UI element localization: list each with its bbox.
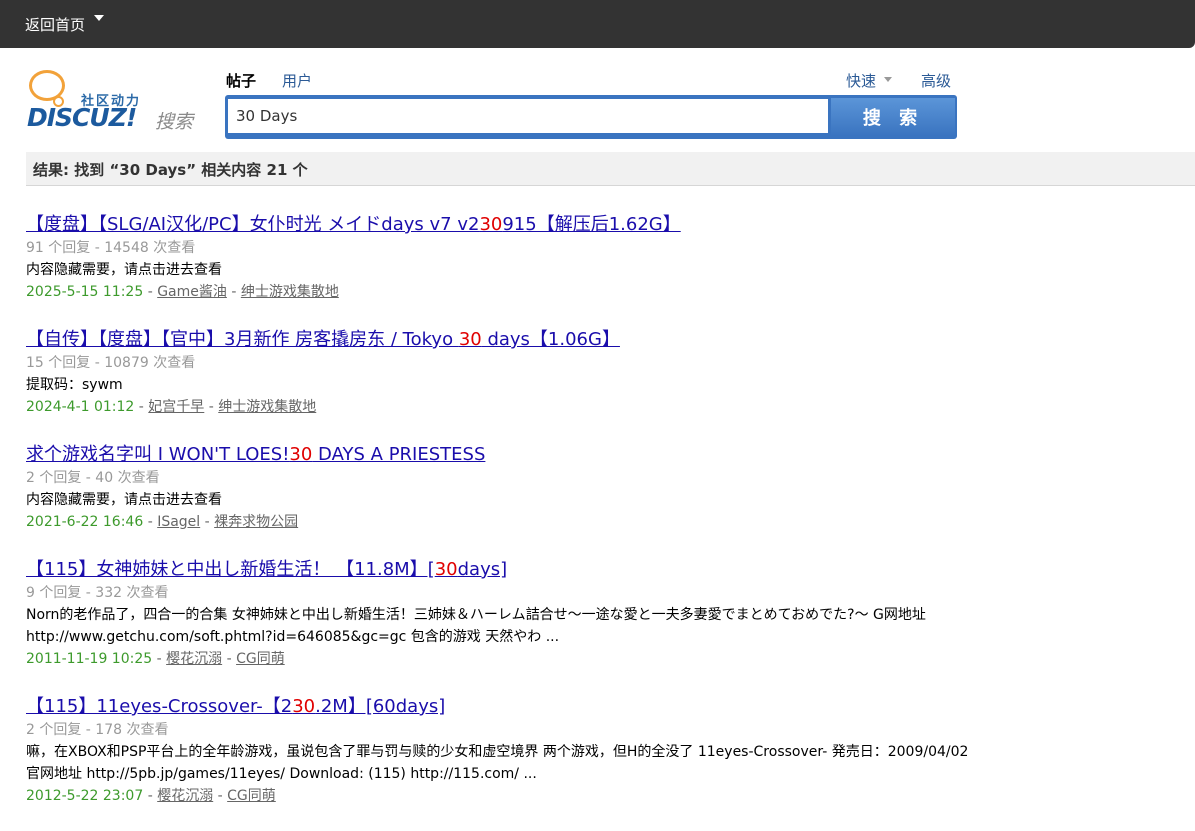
- result-info: 2025-5-15 11:25 - Game酱油 - 绅士游戏集散地: [26, 284, 339, 300]
- results-summary: 结果: 找到 “30 Days” 相关内容 21 个: [33, 161, 308, 179]
- result-info: 2011-11-19 10:25 - 樱花沉溺 - CG同萌: [26, 651, 285, 667]
- list-item: 【115】女神姉妹と中出し新婚生活！ 【11.8M】[30days] 9 个回复…: [26, 557, 976, 670]
- quick-search-toggle[interactable]: 快速: [846, 70, 876, 91]
- result-date: 2012-5-22 23:07: [26, 788, 144, 804]
- result-meta: 2 个回复 - 178 次查看: [26, 722, 169, 738]
- result-title-link[interactable]: 【115】11eyes-Crossover-【230.2M】[60days]: [26, 694, 445, 719]
- list-item: 【度盘】【SLG/AI汉化/PC】女仆时光 メイドdays v7 v230915…: [26, 212, 976, 303]
- tab-posts[interactable]: 帖子: [226, 70, 256, 91]
- tab-users[interactable]: 用户: [282, 70, 312, 91]
- logo-suffix: 搜索: [155, 111, 194, 133]
- top-bar: 返回首页: [0, 0, 1195, 48]
- advanced-search-link[interactable]: 高级: [921, 70, 951, 91]
- result-author-link[interactable]: 妃宫千早: [148, 399, 204, 415]
- result-title-link[interactable]: 【自传】【度盘】【官中】3月新作 房客撬房东 / Tokyo 30 days【1…: [26, 327, 620, 352]
- result-description: 提取码：sywm: [26, 377, 123, 393]
- result-title-link[interactable]: 求个游戏名字叫 I WON'T LOES!30 DAYS A PRIESTESS: [26, 442, 485, 467]
- result-author-link[interactable]: 樱花沉溺: [157, 788, 213, 804]
- result-forum-link[interactable]: 裸奔求物公园: [214, 514, 298, 530]
- result-meta: 9 个回复 - 332 次查看: [26, 585, 169, 601]
- result-meta: 2 个回复 - 40 次查看: [26, 470, 160, 486]
- chevron-down-icon[interactable]: [94, 15, 104, 21]
- result-date: 2025-5-15 11:25: [26, 284, 144, 300]
- result-forum-link[interactable]: 绅士游戏集散地: [241, 284, 339, 300]
- chevron-down-icon[interactable]: [884, 77, 892, 82]
- result-info: 2021-6-22 16:46 - ISagel - 裸奔求物公园: [26, 514, 299, 530]
- results-list: 【度盘】【SLG/AI汉化/PC】女仆时光 メイドdays v7 v230915…: [26, 212, 976, 831]
- result-date: 2011-11-19 10:25: [26, 651, 153, 667]
- search-input[interactable]: [228, 99, 828, 133]
- result-forum-link[interactable]: 绅士游戏集散地: [218, 399, 316, 415]
- result-info: 2012-5-22 23:07 - 樱花沉溺 - CG同萌: [26, 788, 276, 804]
- result-author-link[interactable]: ISagel: [157, 514, 200, 530]
- list-item: 求个游戏名字叫 I WON'T LOES!30 DAYS A PRIESTESS…: [26, 442, 976, 533]
- result-meta: 15 个回复 - 10879 次查看: [26, 355, 196, 371]
- result-title-link[interactable]: 【度盘】【SLG/AI汉化/PC】女仆时光 メイドdays v7 v230915…: [26, 212, 681, 237]
- result-forum-link[interactable]: CG同萌: [236, 651, 285, 667]
- result-title-link[interactable]: 【115】女神姉妹と中出し新婚生活！ 【11.8M】[30days]: [26, 557, 507, 582]
- result-forum-link[interactable]: CG同萌: [227, 788, 276, 804]
- result-date: 2024-4-1 01:12: [26, 399, 135, 415]
- result-description: 嘛，在XBOX和PSP平台上的全年龄游戏，虽说包含了罪与罚与赎的少女和虚空境界 …: [26, 744, 969, 782]
- result-meta: 91 个回复 - 14548 次查看: [26, 240, 196, 256]
- result-author-link[interactable]: 樱花沉溺: [166, 651, 222, 667]
- results-summary-bar: 结果: 找到 “30 Days” 相关内容 21 个: [26, 152, 1195, 186]
- result-info: 2024-4-1 01:12 - 妃宫千早 - 绅士游戏集散地: [26, 399, 317, 415]
- list-item: 【115】11eyes-Crossover-【230.2M】[60days] 2…: [26, 694, 976, 807]
- discuz-logo[interactable]: 社区动力 DISCUZ! 搜索: [26, 66, 206, 136]
- result-description: 内容隐藏需要，请点击进去查看: [26, 492, 222, 508]
- home-link[interactable]: 返回首页: [25, 14, 85, 35]
- result-description: 内容隐藏需要，请点击进去查看: [26, 262, 222, 278]
- search-box: 搜 索: [225, 95, 957, 139]
- search-button[interactable]: 搜 索: [831, 98, 955, 136]
- result-date: 2021-6-22 16:46: [26, 514, 144, 530]
- list-item: 【自传】【度盘】【官中】3月新作 房客撬房东 / Tokyo 30 days【1…: [26, 327, 976, 418]
- result-author-link[interactable]: Game酱油: [157, 284, 227, 300]
- result-description: Norn的老作品了，四合一的合集 女神姉妹と中出し新婚生活！三姉妹＆ハーレム詰合…: [26, 607, 926, 645]
- logo-brand: DISCUZ!: [27, 103, 137, 132]
